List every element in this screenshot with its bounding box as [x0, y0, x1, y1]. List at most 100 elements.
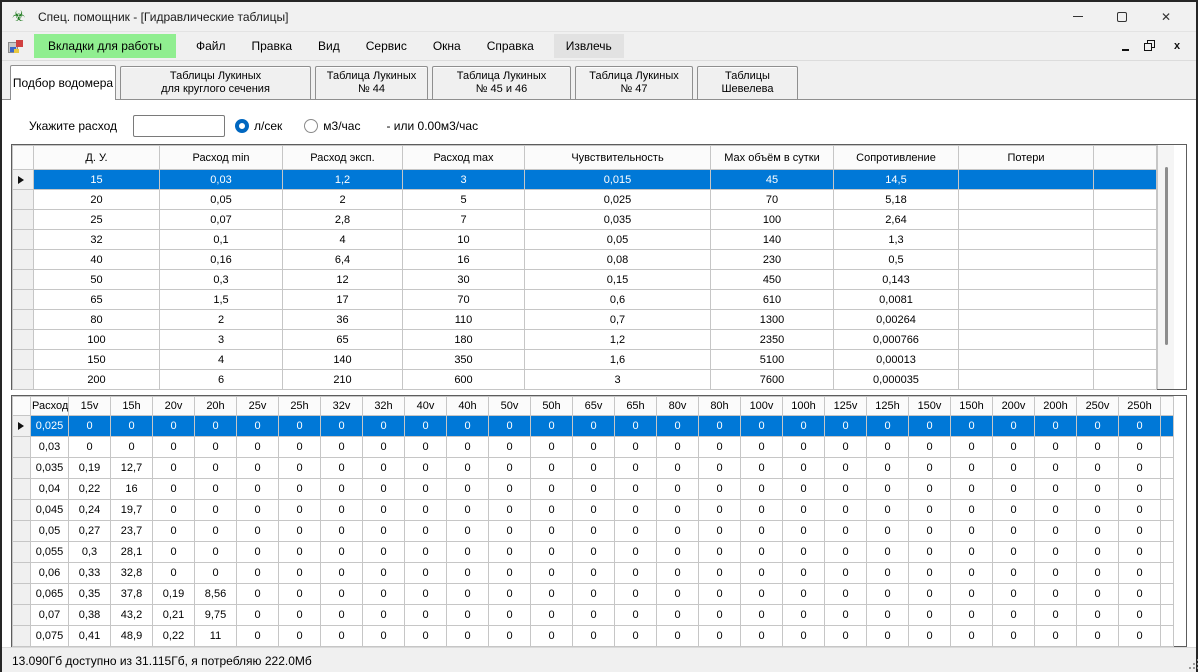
row-selector[interactable] [13, 479, 31, 500]
table-cell[interactable]: 0 [909, 563, 951, 584]
table-row[interactable]: 0,070,3843,20,219,7500000000000000000000… [13, 605, 1174, 626]
column-header[interactable]: 65v [573, 397, 615, 416]
table-cell[interactable]: 0 [951, 626, 993, 647]
table-cell[interactable]: 0,000035 [834, 370, 959, 390]
table-cell[interactable]: 0 [363, 416, 405, 437]
table-cell[interactable]: 30 [403, 270, 525, 290]
table-cell[interactable]: 0 [573, 605, 615, 626]
table-cell[interactable]: 0 [531, 479, 573, 500]
table-cell[interactable]: 0 [615, 500, 657, 521]
table-cell[interactable]: 0 [741, 416, 783, 437]
table-cell[interactable]: 0 [699, 416, 741, 437]
table-cell[interactable]: 0 [405, 542, 447, 563]
table-cell[interactable]: 0 [195, 521, 237, 542]
table-cell[interactable] [959, 290, 1094, 310]
table-cell[interactable]: 0 [1035, 563, 1077, 584]
table-cell[interactable]: 0,045 [31, 500, 69, 521]
table-cell[interactable]: 0 [741, 584, 783, 605]
table-cell[interactable]: 0 [615, 521, 657, 542]
table-cell[interactable]: 0,055 [31, 542, 69, 563]
menu-item-tabs-for-work[interactable]: Вкладки для работы [34, 34, 176, 58]
table-cell[interactable]: 8,56 [195, 584, 237, 605]
table-cell[interactable]: 0 [237, 584, 279, 605]
table-cell[interactable]: 0 [825, 563, 867, 584]
table-cell[interactable]: 0 [951, 458, 993, 479]
table-row[interactable]: 0,050,2723,7000000000000000000000000 [13, 521, 1174, 542]
table-cell[interactable]: 0 [279, 479, 321, 500]
table-cell[interactable]: 4 [160, 350, 283, 370]
table-row[interactable]: 250,072,870,0351002,64 [13, 210, 1157, 230]
table-cell[interactable]: 70 [711, 190, 834, 210]
table-cell[interactable]: 0 [909, 479, 951, 500]
table-cell[interactable]: 0 [1077, 479, 1119, 500]
table-cell[interactable]: 0 [405, 626, 447, 647]
table-cell[interactable]: 0 [531, 626, 573, 647]
table-row[interactable]: 320,14100,051401,3 [13, 230, 1157, 250]
table-cell[interactable]: 0,7 [525, 310, 711, 330]
table-cell[interactable]: 0 [363, 626, 405, 647]
table-row[interactable]: 500,312300,154500,143 [13, 270, 1157, 290]
table-cell[interactable]: 0 [699, 500, 741, 521]
table-cell[interactable]: 0 [657, 416, 699, 437]
table-cell[interactable]: 0 [573, 521, 615, 542]
column-header[interactable]: Расход [31, 397, 69, 416]
table-cell[interactable]: 3 [160, 330, 283, 350]
table-cell[interactable]: 0 [615, 542, 657, 563]
table-cell[interactable]: 50 [34, 270, 160, 290]
table-cell[interactable]: 0 [111, 437, 153, 458]
table-cell[interactable]: 0 [1077, 500, 1119, 521]
table-row[interactable]: 651,517700,66100,0081 [13, 290, 1157, 310]
table-cell[interactable]: 65 [283, 330, 403, 350]
table-cell[interactable]: 0 [909, 542, 951, 563]
table-cell[interactable]: 1300 [711, 310, 834, 330]
table-cell[interactable]: 28,1 [111, 542, 153, 563]
table-cell[interactable]: 0 [657, 521, 699, 542]
table-cell[interactable]: 0 [1035, 605, 1077, 626]
table-cell[interactable]: 0 [531, 542, 573, 563]
table-cell[interactable]: 0 [867, 458, 909, 479]
table-cell[interactable]: 0 [909, 605, 951, 626]
table-cell[interactable]: 0 [363, 437, 405, 458]
table-cell[interactable]: 0 [867, 626, 909, 647]
table-cell[interactable]: 0 [741, 500, 783, 521]
table-cell[interactable]: 0 [405, 479, 447, 500]
table-cell[interactable]: 32 [34, 230, 160, 250]
table-cell[interactable]: 2 [283, 190, 403, 210]
table-row[interactable]: 400,166,4160,082300,5 [13, 250, 1157, 270]
table-cell[interactable]: 0 [699, 605, 741, 626]
table-cell[interactable]: 0 [531, 500, 573, 521]
column-header[interactable]: Мах объём в сутки [711, 146, 834, 170]
table-cell[interactable]: 0 [531, 416, 573, 437]
table-cell[interactable]: 140 [283, 350, 403, 370]
table-cell[interactable]: 450 [711, 270, 834, 290]
table-cell[interactable]: 0 [279, 521, 321, 542]
table-cell[interactable]: 0 [1077, 458, 1119, 479]
table-cell[interactable]: 5 [403, 190, 525, 210]
table-cell[interactable]: 0 [447, 584, 489, 605]
table-cell[interactable]: 17 [283, 290, 403, 310]
table-cell[interactable]: 0 [825, 437, 867, 458]
table-row[interactable]: 0,0450,2419,7000000000000000000000000 [13, 500, 1174, 521]
radio-group-lsec[interactable]: л/сек [235, 119, 282, 133]
table-cell[interactable]: 0,025 [525, 190, 711, 210]
table-cell[interactable]: 0,025 [31, 416, 69, 437]
column-header[interactable]: 250v [1077, 397, 1119, 416]
table-cell[interactable]: 0,015 [525, 170, 711, 190]
table-cell[interactable]: 9,75 [195, 605, 237, 626]
row-selector[interactable] [13, 250, 34, 270]
table-cell[interactable]: 0 [1077, 605, 1119, 626]
table-cell[interactable]: 0 [321, 437, 363, 458]
row-selector[interactable] [13, 437, 31, 458]
table-cell[interactable]: 0 [741, 542, 783, 563]
table-cell[interactable]: 180 [403, 330, 525, 350]
table-cell[interactable]: 65 [34, 290, 160, 310]
table-cell[interactable]: 0 [447, 416, 489, 437]
table-cell[interactable]: 0,08 [525, 250, 711, 270]
table-cell[interactable]: 0 [741, 521, 783, 542]
table-cell[interactable]: 100 [711, 210, 834, 230]
table-cell[interactable] [959, 310, 1094, 330]
table-cell[interactable]: 0 [573, 437, 615, 458]
table-cell[interactable]: 0 [363, 500, 405, 521]
table-cell[interactable]: 0 [1119, 416, 1161, 437]
table-cell[interactable]: 0 [195, 500, 237, 521]
